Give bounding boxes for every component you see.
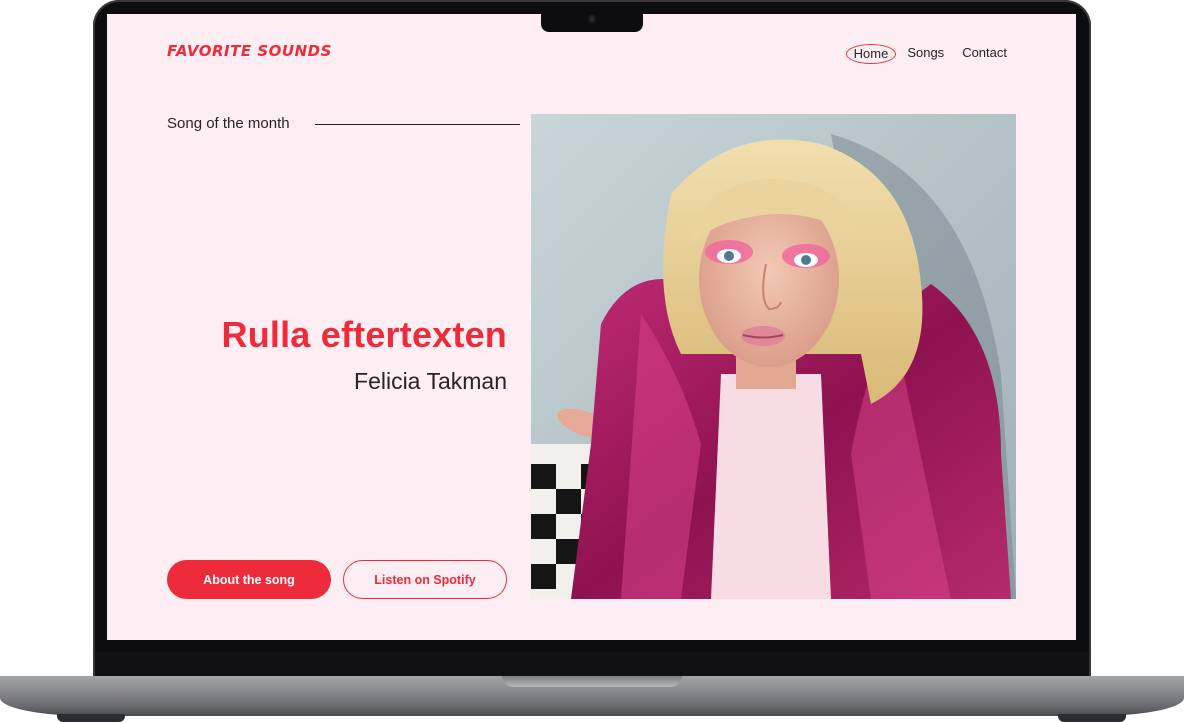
spotify-button[interactable]: Listen on Spotify	[343, 560, 507, 599]
site-logo[interactable]: FAVORITE SOUNDS	[167, 42, 332, 60]
laptop-opening-notch	[502, 676, 682, 687]
artist-photo	[531, 114, 1016, 599]
about-song-button[interactable]: About the song	[167, 560, 331, 599]
camera-icon	[588, 15, 596, 23]
browser-viewport: FAVORITE SOUNDS Home Songs Contact Song …	[107, 14, 1076, 640]
camera-notch	[541, 14, 643, 32]
section-label: Song of the month	[167, 115, 290, 132]
nav-item-songs[interactable]: Songs	[898, 44, 953, 64]
section-divider	[315, 124, 520, 125]
song-title: Rulla eftertexten	[221, 314, 507, 355]
nav-item-home[interactable]: Home	[845, 44, 897, 64]
laptop-foot-left	[57, 714, 125, 722]
artist-name: Felicia Takman	[354, 368, 507, 394]
laptop-chin	[95, 652, 1089, 676]
laptop-foot-right	[1058, 714, 1126, 722]
nav-item-contact[interactable]: Contact	[953, 44, 1016, 64]
main-nav: Home Songs Contact	[845, 44, 1016, 64]
